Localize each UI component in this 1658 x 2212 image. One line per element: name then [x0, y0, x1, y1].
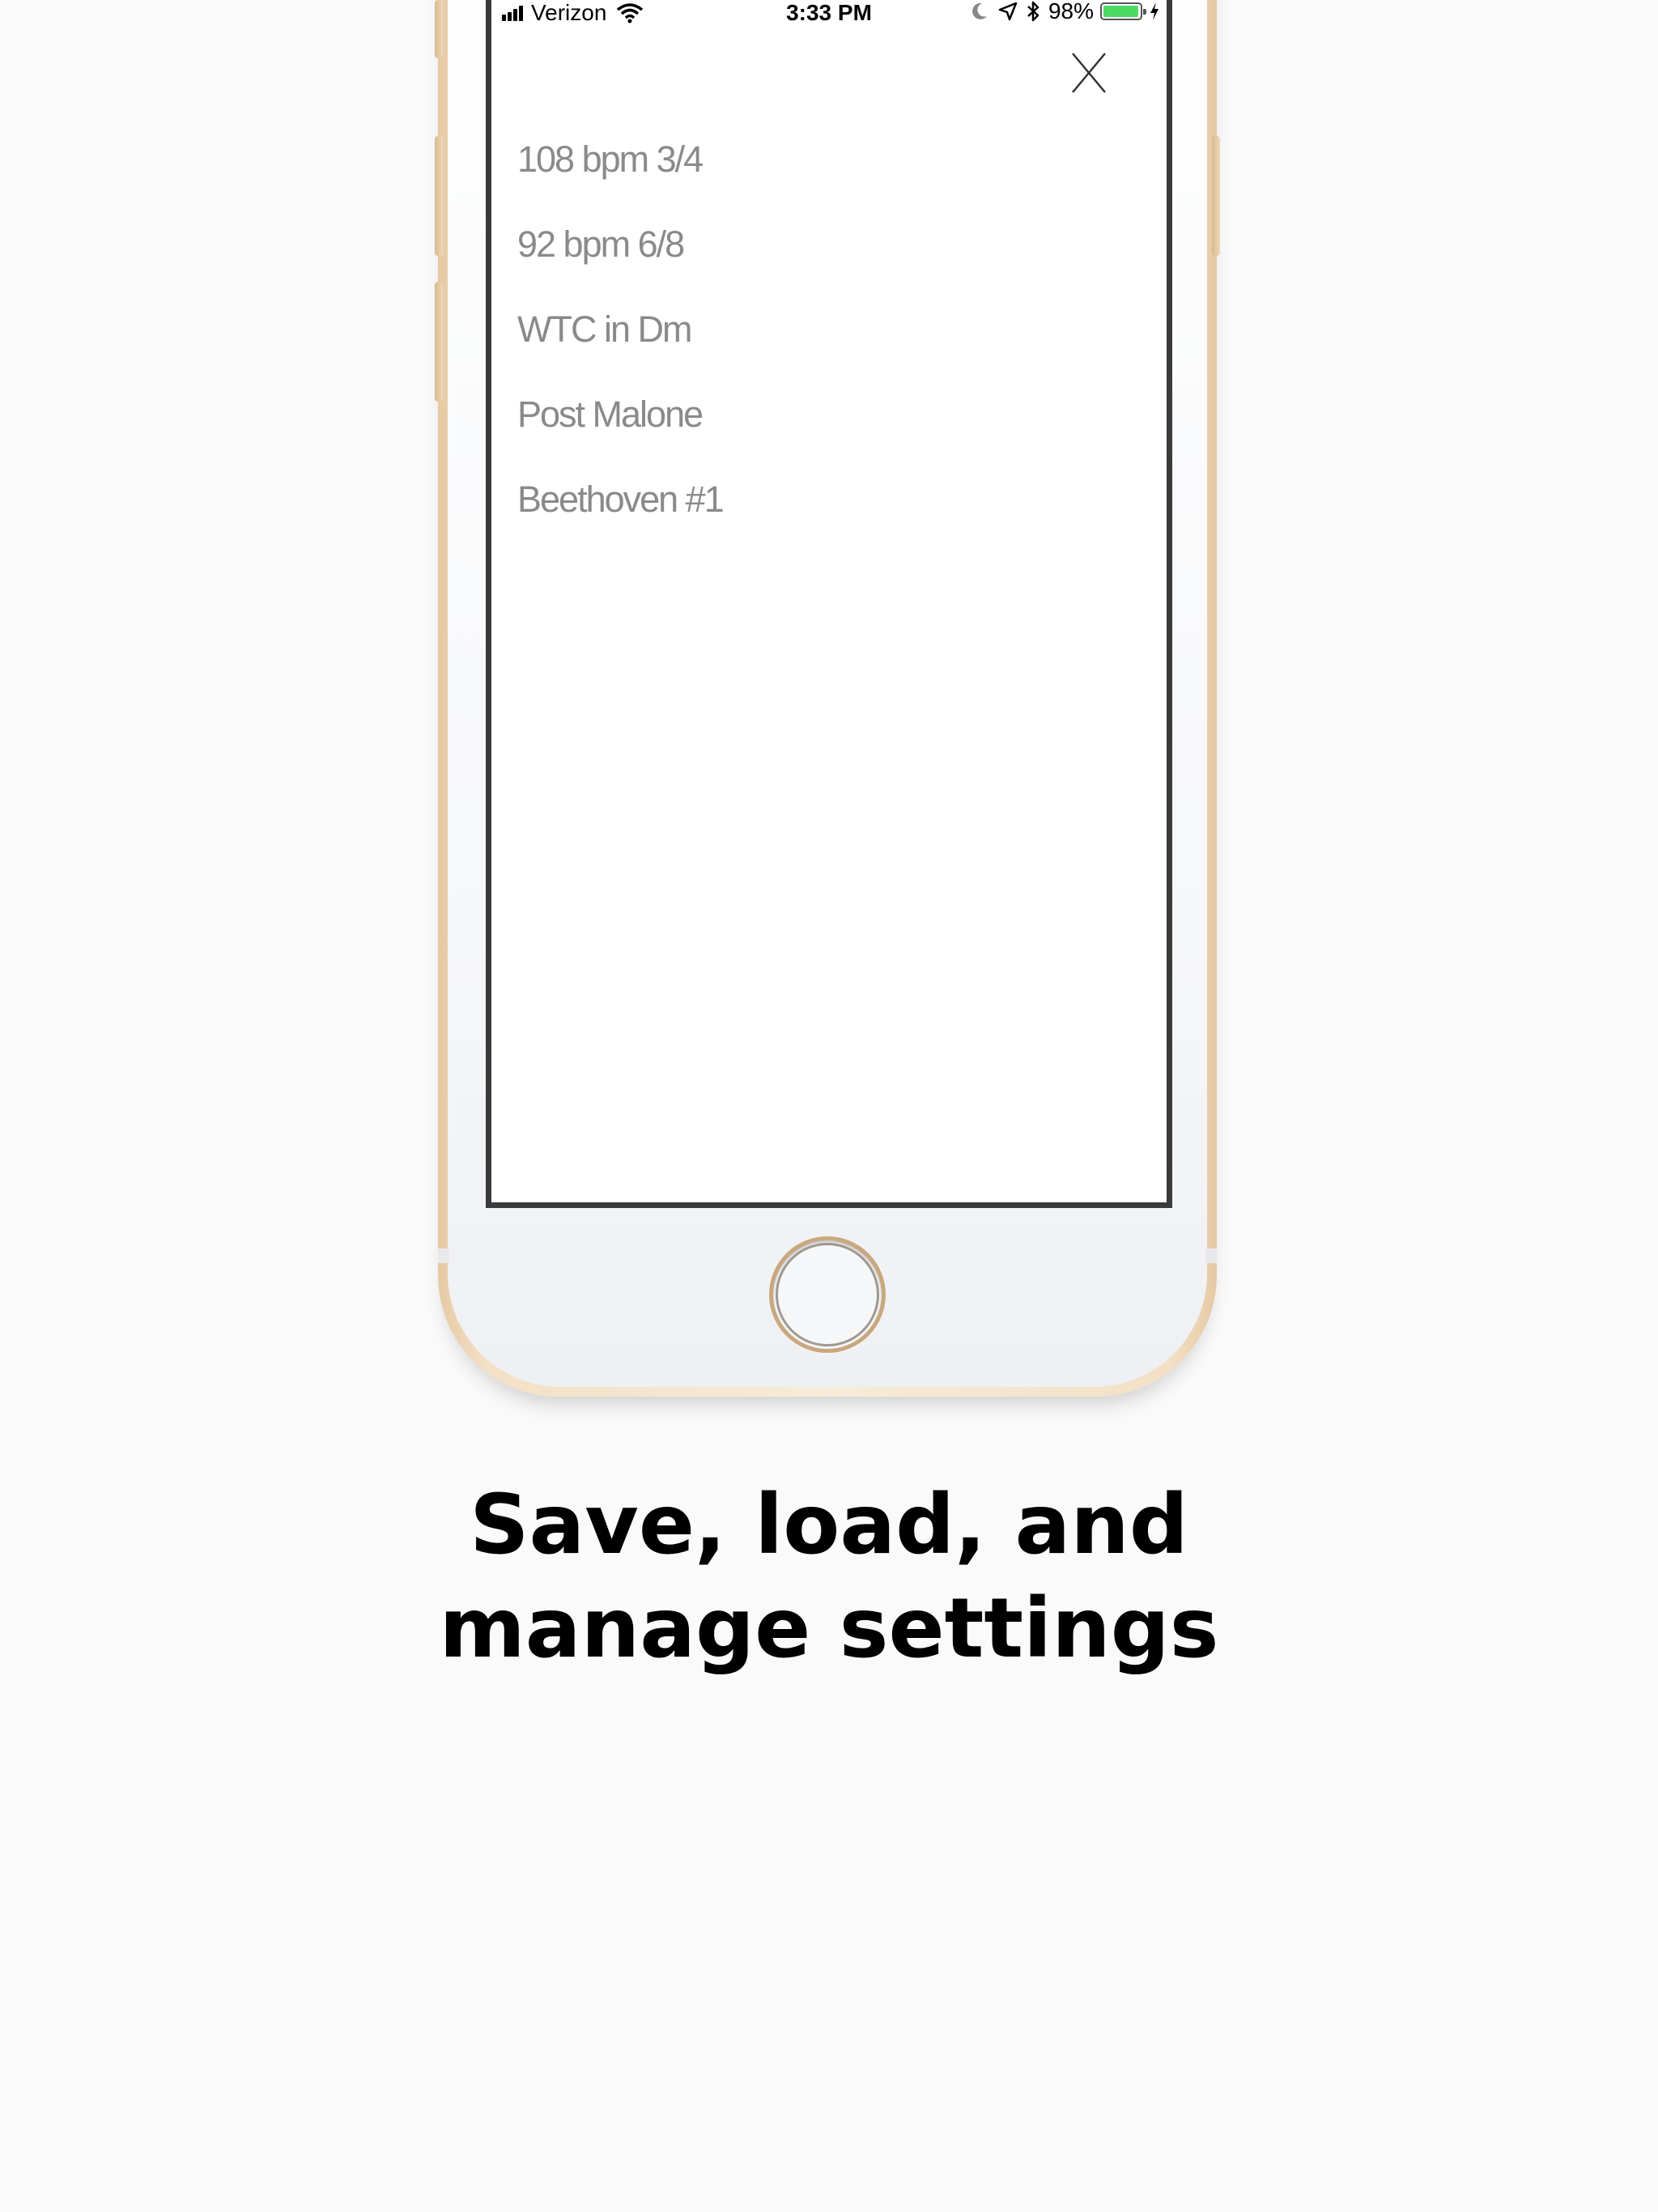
caption-line-1: Save, load, and: [470, 1477, 1188, 1573]
preset-item[interactable]: 108 bpm 3/4: [517, 131, 723, 216]
status-bar: Verizon 3:33 PM 98%: [491, 0, 1167, 36]
antenna-band-right: [1205, 1249, 1217, 1263]
charging-bolt-icon: [1150, 2, 1158, 20]
close-icon: [1072, 53, 1106, 93]
preset-list: 108 bpm 3/4 92 bpm 6/8 WTC in Dm Post Ma…: [517, 131, 725, 556]
home-button[interactable]: [769, 1236, 886, 1353]
volume-up-button: [435, 136, 443, 256]
preset-item[interactable]: WTC in Dm: [517, 301, 723, 386]
battery-icon: [1100, 2, 1146, 20]
power-button: [1212, 136, 1220, 256]
volume-down-button: [435, 282, 443, 402]
preset-item[interactable]: Beethoven #1: [517, 471, 725, 556]
phone-screen: Verizon 3:33 PM 98% 108 bpm 3/4 92 bpm 6…: [486, 0, 1172, 1208]
mute-switch: [435, 0, 443, 58]
antenna-band-left: [438, 1249, 449, 1263]
battery-percent: 98%: [1048, 0, 1094, 23]
location-arrow-icon: [998, 2, 1018, 21]
preset-item[interactable]: Post Malone: [517, 386, 723, 471]
battery-cap: [1143, 9, 1146, 15]
caption-line-2: manage settings: [439, 1580, 1219, 1677]
battery-level: [1103, 6, 1138, 17]
preset-item[interactable]: 92 bpm 6/8: [517, 216, 723, 301]
moon-icon: [972, 2, 987, 19]
home-button-ring: [776, 1243, 879, 1346]
close-button[interactable]: [1069, 50, 1109, 96]
status-right: 98%: [971, 0, 1160, 24]
bluetooth-icon: [1027, 1, 1039, 22]
marketing-caption: Save, load, and manage settings: [0, 1474, 1658, 1681]
